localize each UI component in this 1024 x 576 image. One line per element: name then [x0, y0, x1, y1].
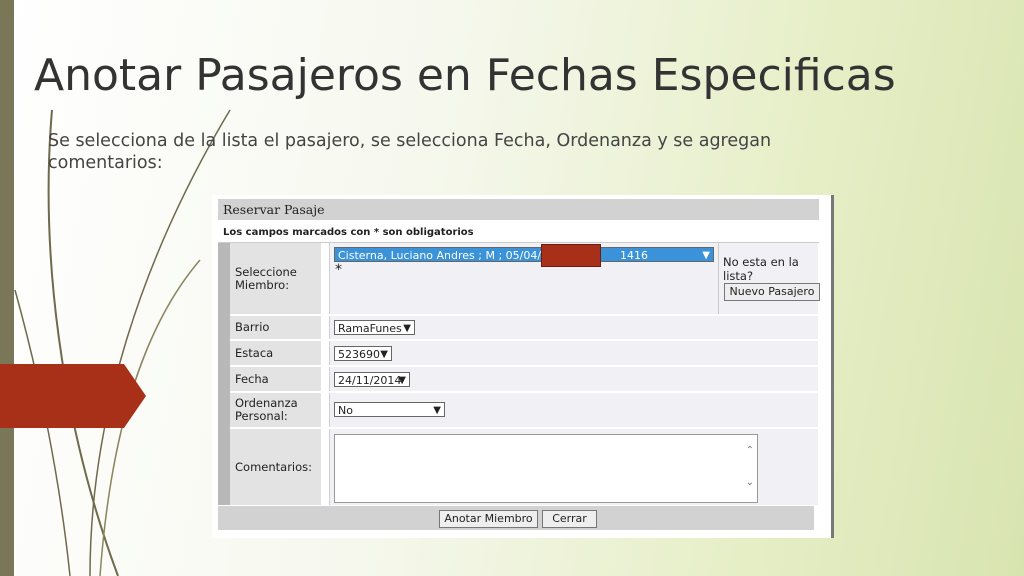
fecha-row: Fecha 24/11/2014 ▼ — [230, 367, 818, 393]
slide-body-line2: comentarios: — [48, 153, 163, 173]
redaction-box — [541, 244, 601, 267]
form-footer: Anotar Miembro Cerrar — [218, 506, 814, 530]
ordenanza-row: Ordenanza Personal: No ▼ — [230, 393, 818, 429]
fecha-label: Fecha — [230, 367, 321, 391]
chevron-down-icon: ▼ — [702, 250, 710, 261]
form-screenshot: Reservar Pasaje Los campos marcados con … — [212, 195, 834, 538]
estaca-row: Estaca 523690 ▼ — [230, 341, 818, 367]
barrio-row: Barrio RamaFunes ▼ — [230, 316, 818, 341]
chevron-down-icon: ▼ — [398, 375, 406, 386]
estaca-select[interactable]: 523690 ▼ — [334, 346, 392, 361]
slide-title: Anotar Pasajeros en Fechas Especificas — [34, 50, 896, 101]
member-select[interactable]: Cisterna, Luciano Andres ; M ; 05/04/197… — [334, 247, 714, 262]
required-mark: * — [335, 262, 342, 278]
member-label: Seleccione Miembro: — [230, 243, 321, 314]
estaca-label: Estaca — [230, 341, 321, 365]
ordenanza-label: Ordenanza Personal: — [230, 393, 321, 427]
fecha-value: 24/11/2014 — [338, 374, 402, 387]
scroll-up-icon[interactable]: ⌃ — [746, 445, 754, 456]
not-listed-text: No esta en la lista? — [723, 255, 799, 283]
member-row: Seleccione Miembro: Cisterna, Luciano An… — [230, 243, 820, 316]
new-passenger-button[interactable]: Nuevo Pasajero — [724, 283, 820, 301]
barrio-label: Barrio — [230, 316, 321, 339]
slide-body: Se selecciona de la lista el pasajero, s… — [48, 130, 848, 174]
fecha-select[interactable]: 24/11/2014 ▼ — [334, 372, 410, 387]
barrio-value: RamaFunes — [338, 322, 402, 335]
cerrar-button[interactable]: Cerrar — [542, 510, 597, 528]
slide-body-line1: Se selecciona de la lista el pasajero, s… — [48, 131, 772, 151]
member-select-value-end: 1416 — [620, 249, 648, 262]
label-column-edge — [218, 243, 230, 505]
comments-textarea[interactable]: ⌃ ⌄ — [334, 434, 758, 503]
anotar-miembro-button[interactable]: Anotar Miembro — [439, 510, 538, 528]
form-header: Reservar Pasaje — [218, 199, 819, 220]
comentarios-label: Comentarios: — [230, 429, 321, 505]
scroll-down-icon[interactable]: ⌄ — [746, 477, 754, 488]
comentarios-row: Comentarios: ⌃ ⌄ — [230, 429, 818, 505]
required-note: Los campos marcados con * son obligatori… — [218, 223, 819, 243]
red-arrow-tab — [0, 364, 146, 428]
chevron-down-icon: ▼ — [403, 323, 411, 334]
estaca-value: 523690 — [338, 348, 380, 361]
ordenanza-value: No — [338, 404, 353, 417]
chevron-down-icon: ▼ — [433, 405, 441, 416]
chevron-down-icon: ▼ — [380, 349, 388, 360]
ordenanza-select[interactable]: No ▼ — [334, 402, 445, 417]
barrio-select[interactable]: RamaFunes ▼ — [334, 320, 415, 335]
